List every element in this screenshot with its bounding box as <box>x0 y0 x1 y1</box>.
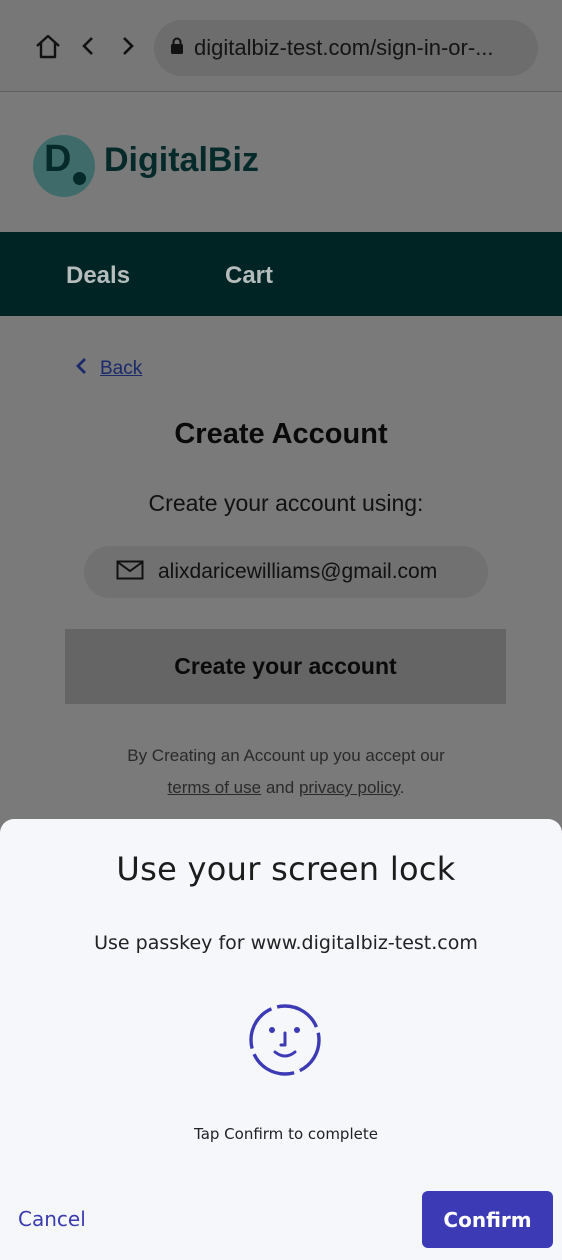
back-arrow-icon[interactable] <box>72 30 104 62</box>
email-text: alixdaricewilliams@gmail.com <box>158 560 438 583</box>
back-label: Back <box>100 357 143 379</box>
sheet-subtitle: Use passkey for www.digitalbiz-test.com <box>94 932 478 954</box>
email-chip: alixdaricewilliams@gmail.com <box>84 546 488 598</box>
terms-text: By Creating an Account up you accept our… <box>0 740 562 804</box>
nav-deals[interactable]: Deals <box>66 262 130 290</box>
home-icon[interactable] <box>32 30 64 62</box>
face-unlock-icon <box>248 1003 322 1077</box>
cancel-button[interactable]: Cancel <box>18 1207 86 1231</box>
confirm-button[interactable]: Confirm <box>422 1191 553 1248</box>
lock-icon <box>170 37 184 60</box>
terms-and: and <box>265 778 295 797</box>
logo-letter: D <box>44 138 72 180</box>
page-title: Create Account <box>174 418 388 450</box>
browser-toolbar: digitalbiz-test.com/sign-in-or-... <box>0 0 562 92</box>
terms-suffix: . <box>399 778 405 797</box>
forward-arrow-icon[interactable] <box>112 30 144 62</box>
chevron-left-icon <box>74 356 88 381</box>
create-account-button[interactable]: Create your account <box>65 629 506 704</box>
back-link[interactable]: Back <box>74 356 142 381</box>
mail-icon <box>116 560 144 585</box>
page-subtitle: Create your account using: <box>148 490 424 516</box>
privacy-policy-link[interactable]: privacy policy <box>299 778 400 797</box>
terms-prefix: By Creating an Account up you accept our <box>127 746 445 765</box>
logo-text[interactable]: DigitalBiz <box>104 141 259 180</box>
url-text: digitalbiz-test.com/sign-in-or-... <box>194 35 494 60</box>
address-bar[interactable]: digitalbiz-test.com/sign-in-or-... <box>154 20 538 76</box>
sheet-hint: Tap Confirm to complete <box>194 1125 378 1143</box>
terms-of-use-link[interactable]: terms of use <box>168 778 262 797</box>
logo-dot <box>73 172 86 185</box>
sheet-title: Use your screen lock <box>116 850 456 888</box>
nav-cart[interactable]: Cart <box>225 262 273 290</box>
